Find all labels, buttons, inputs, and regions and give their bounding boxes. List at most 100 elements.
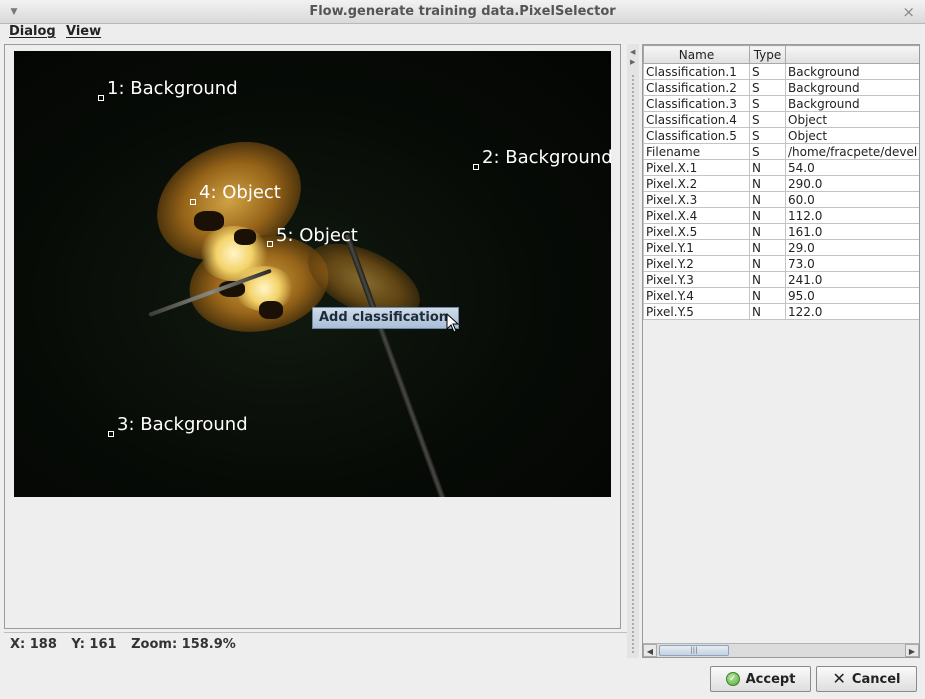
table-row[interactable]: Classification.4 S Object (643, 111, 919, 128)
report-table: Name Type Classification.1 S Background Cla… (643, 45, 919, 320)
marker-5[interactable] (267, 241, 273, 247)
cell-value[interactable]: 29.0 (785, 239, 919, 256)
cell-name[interactable]: Pixel.X.3 (643, 191, 750, 208)
cell-type[interactable]: S (749, 79, 786, 96)
cell-value[interactable]: Background (785, 95, 919, 112)
column-header-type[interactable]: Type (749, 45, 786, 64)
cell-name[interactable]: Classification.2 (643, 79, 750, 96)
table-row[interactable]: Pixel.Y.3 N 241.0 (643, 271, 919, 288)
marker-4[interactable] (190, 199, 196, 205)
menu-dialog[interactable]: Dialog (9, 24, 56, 39)
cell-type[interactable]: N (749, 223, 786, 240)
accept-button-label: Accept (745, 671, 796, 687)
cancel-button-label: Cancel (851, 671, 901, 687)
splitter-grip (631, 74, 635, 654)
window-title: Flow.generate training data.PixelSelecto… (309, 4, 616, 19)
cell-value[interactable]: 290.0 (785, 175, 919, 192)
cell-value[interactable]: /home/fracpete/devel (785, 143, 919, 160)
cell-type[interactable]: N (749, 287, 786, 304)
table-row[interactable]: Pixel.X.1 N 54.0 (643, 159, 919, 176)
scrollbar-thumb[interactable]: ||| (659, 645, 729, 656)
status-zoom: Zoom: 158.9% (131, 637, 236, 652)
cell-name[interactable]: Classification.1 (643, 63, 750, 80)
cell-value[interactable]: Object (785, 127, 919, 144)
cell-value[interactable]: 73.0 (785, 255, 919, 272)
scroll-right-icon[interactable]: ▶ (905, 644, 919, 657)
table-row[interactable]: Classification.2 S Background (643, 79, 919, 96)
arrow-right-icon[interactable]: ▶ (630, 58, 635, 66)
accept-button[interactable]: ✓ Accept (710, 666, 811, 692)
image-canvas[interactable]: 1: Background 2: Background 3: Backgroun… (14, 51, 611, 497)
table-row[interactable]: Pixel.Y.2 N 73.0 (643, 255, 919, 272)
status-y: Y: 161 (71, 637, 117, 652)
image-panel: 1: Background 2: Background 3: Backgroun… (4, 44, 621, 629)
marker-1[interactable] (98, 95, 104, 101)
column-header-value[interactable] (785, 45, 919, 64)
cell-value[interactable]: 122.0 (785, 303, 919, 320)
cell-name[interactable]: Pixel.Y.5 (643, 303, 750, 320)
table-row[interactable]: Classification.3 S Background (643, 95, 919, 112)
table-row[interactable]: Pixel.X.4 N 112.0 (643, 207, 919, 224)
cell-type[interactable]: N (749, 191, 786, 208)
cell-name[interactable]: Pixel.Y.4 (643, 287, 750, 304)
cell-value[interactable]: 95.0 (785, 287, 919, 304)
x-icon: ✕ (832, 669, 846, 688)
table-row[interactable]: Classification.5 S Object (643, 127, 919, 144)
close-icon[interactable]: × (902, 3, 915, 21)
title-bar: ▼ Flow.generate training data.PixelSelec… (0, 0, 925, 24)
add-classification-menu-item[interactable]: Add classification (312, 307, 459, 329)
cell-type[interactable]: S (749, 95, 786, 112)
cell-type[interactable]: N (749, 271, 786, 288)
status-bar: X: 188 Y: 161 Zoom: 158.9% (4, 632, 627, 656)
column-header-name[interactable]: Name (643, 45, 750, 64)
cell-value[interactable]: 241.0 (785, 271, 919, 288)
table-row[interactable]: Filename S/home/fracpete/devel (643, 143, 919, 160)
table-row[interactable]: Classification.1 S Background (643, 63, 919, 80)
cell-name[interactable]: Pixel.Y.2 (643, 255, 750, 272)
cell-value[interactable]: 54.0 (785, 159, 919, 176)
cell-type[interactable]: N (749, 239, 786, 256)
cell-type[interactable]: S (749, 63, 786, 80)
marker-label: 3: Background (117, 414, 248, 435)
cell-value[interactable]: 112.0 (785, 207, 919, 224)
table-row[interactable]: Pixel.Y.4 N 95.0 (643, 287, 919, 304)
cell-name[interactable]: Pixel.X.2 (643, 175, 750, 192)
cell-name[interactable]: Pixel.X.5 (643, 223, 750, 240)
cell-name[interactable]: Classification.5 (643, 127, 750, 144)
cell-value[interactable]: 60.0 (785, 191, 919, 208)
cell-name[interactable]: Pixel.Y.3 (643, 271, 750, 288)
cell-name[interactable]: Pixel.Y.1 (643, 239, 750, 256)
menu-view[interactable]: View (66, 24, 101, 39)
split-divider[interactable]: ◀ ▶ (627, 44, 639, 658)
arrow-left-icon[interactable]: ◀ (630, 48, 635, 56)
cell-type[interactable]: N (749, 175, 786, 192)
cell-name[interactable]: Pixel.X.1 (643, 159, 750, 176)
table-row[interactable]: Pixel.X.2 N 290.0 (643, 175, 919, 192)
cell-value[interactable]: Background (785, 79, 919, 96)
cell-name[interactable]: Pixel.X.4 (643, 207, 750, 224)
cell-type[interactable]: N (749, 303, 786, 320)
cell-name[interactable]: Filename (643, 143, 750, 160)
wing-spot (234, 229, 256, 245)
cell-type[interactable]: S (749, 111, 786, 128)
cell-type[interactable]: S (749, 143, 786, 160)
cell-type[interactable]: S (749, 127, 786, 144)
table-row[interactable]: Pixel.Y.5 N 122.0 (643, 303, 919, 320)
cell-value[interactable]: Background (785, 63, 919, 80)
table-row[interactable]: Pixel.Y.1 N 29.0 (643, 239, 919, 256)
table-row[interactable]: Pixel.X.5 N 161.0 (643, 223, 919, 240)
cell-value[interactable]: Object (785, 111, 919, 128)
marker-2[interactable] (473, 164, 479, 170)
scroll-left-icon[interactable]: ◀ (643, 644, 657, 657)
table-row[interactable]: Pixel.X.3 N 60.0 (643, 191, 919, 208)
cell-name[interactable]: Classification.3 (643, 95, 750, 112)
cell-type[interactable]: N (749, 159, 786, 176)
cell-name[interactable]: Classification.4 (643, 111, 750, 128)
horizontal-scrollbar[interactable]: ◀ ||| ▶ (643, 643, 919, 657)
cell-value[interactable]: 161.0 (785, 223, 919, 240)
marker-3[interactable] (108, 431, 114, 437)
cell-type[interactable]: N (749, 207, 786, 224)
cancel-button[interactable]: ✕ Cancel (816, 666, 917, 692)
cell-type[interactable]: N (749, 255, 786, 272)
button-bar: ✓ Accept ✕ Cancel (0, 660, 925, 699)
